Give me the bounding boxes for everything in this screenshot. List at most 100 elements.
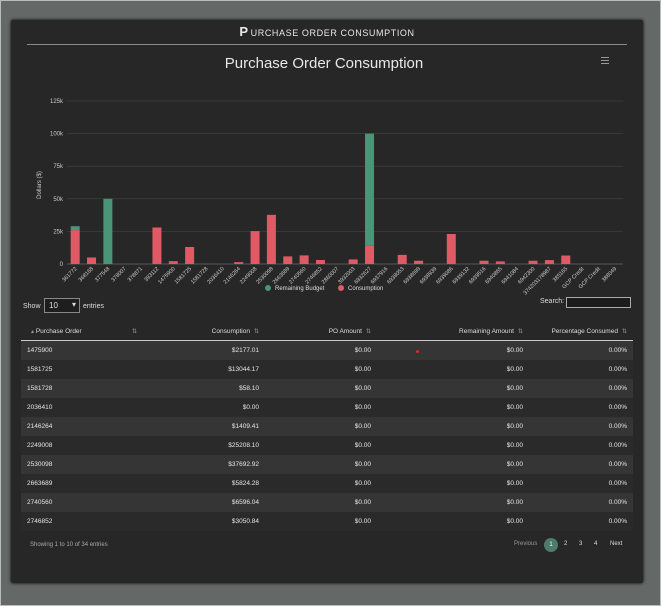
table-row[interactable]: 1581725 $13044.17 $0.00 $0.00 0.00% bbox=[21, 360, 633, 379]
search-input[interactable] bbox=[566, 297, 631, 308]
bar-consumption[interactable] bbox=[87, 257, 97, 264]
table-cell: $6596.04 bbox=[143, 493, 265, 512]
pagination-previous[interactable]: Previous bbox=[514, 541, 537, 547]
y-tick-label: 50k bbox=[53, 197, 64, 203]
bar-consumption[interactable] bbox=[152, 227, 162, 264]
table-cell: 0.00% bbox=[529, 474, 633, 493]
pagination-next[interactable]: Next bbox=[610, 541, 622, 547]
bar-consumption[interactable] bbox=[528, 260, 538, 264]
panel-title-rest: URCHASE ORDER CONSUMPTION bbox=[250, 28, 415, 38]
legend-consumption-label[interactable]: Consumption bbox=[348, 286, 383, 292]
table-cell: 1581728 bbox=[21, 379, 143, 398]
y-tick-label: 75k bbox=[53, 164, 64, 170]
table-cell: 2740560 bbox=[21, 493, 143, 512]
po-consumption-panel: P URCHASE ORDER CONSUMPTION Purchase Orde… bbox=[11, 20, 643, 583]
bar-consumption[interactable] bbox=[446, 234, 456, 264]
y-axis-ticks: 0 25k 50k 75k 100k 125k bbox=[50, 99, 64, 268]
col-percentage-consumed[interactable]: Percentage Consumed ⇅ bbox=[529, 322, 633, 341]
col-consumption-label: Consumption bbox=[211, 327, 250, 335]
bar-consumption[interactable] bbox=[365, 245, 375, 264]
table-row[interactable]: 2530098 $37692.92 $0.00 $0.00 0.00% bbox=[21, 455, 633, 474]
table-cell: $0.00 bbox=[377, 455, 529, 474]
table-cell: $5824.28 bbox=[143, 474, 265, 493]
table-row[interactable]: 2746852 $3050.84 $0.00 $0.00 0.00% bbox=[21, 512, 633, 531]
pagination-page-2[interactable]: 2 bbox=[564, 541, 567, 547]
table-cell: $0.00 bbox=[265, 493, 377, 512]
x-tick-label: 378007 bbox=[110, 266, 127, 283]
show-label: Show bbox=[23, 303, 41, 310]
table-cell: $0.00 bbox=[377, 436, 529, 455]
table-cell: 0.00% bbox=[529, 360, 633, 379]
bar-consumption[interactable] bbox=[70, 230, 80, 264]
bar-remaining-budget[interactable] bbox=[103, 198, 113, 264]
col-po-amount-label: PO Amount bbox=[328, 327, 362, 335]
bar-consumption[interactable] bbox=[234, 262, 244, 264]
bar-consumption[interactable] bbox=[250, 231, 260, 264]
search-label: Search: bbox=[540, 298, 565, 305]
y-tick-label: 0 bbox=[60, 262, 64, 268]
bar-consumption[interactable] bbox=[266, 214, 276, 264]
table-row[interactable]: 1475900 $2177.01 $0.00 $0.00 0.00% bbox=[21, 340, 633, 360]
bar-consumption[interactable] bbox=[495, 261, 505, 264]
col-po-amount[interactable]: PO Amount ⇅ bbox=[265, 322, 377, 341]
table-row[interactable]: 1581728 $58.10 $0.00 $0.00 0.00% bbox=[21, 379, 633, 398]
table-cell: $1409.41 bbox=[143, 417, 265, 436]
pagination-page-4[interactable]: 4 bbox=[594, 541, 597, 547]
col-consumption[interactable]: Consumption ⇅ bbox=[143, 322, 265, 341]
bar-remaining-budget[interactable] bbox=[365, 133, 375, 246]
panel-divider bbox=[27, 44, 627, 45]
table-row[interactable]: 2663689 $5824.28 $0.00 $0.00 0.00% bbox=[21, 474, 633, 493]
pagination-page-3[interactable]: 3 bbox=[579, 541, 582, 547]
table-cell: 0.00% bbox=[529, 455, 633, 474]
table-cell: 2746852 bbox=[21, 512, 143, 531]
bar-consumption[interactable] bbox=[348, 259, 358, 264]
table-cell: $0.00 bbox=[377, 417, 529, 436]
legend-remaining-label[interactable]: Remaining Budget bbox=[275, 286, 325, 292]
bar-consumption[interactable] bbox=[414, 260, 424, 264]
bar-consumption[interactable] bbox=[479, 260, 489, 264]
table-row[interactable]: 2249008 $25208.10 $0.00 $0.00 0.00% bbox=[21, 436, 633, 455]
table-cell: 2146264 bbox=[21, 417, 143, 436]
table-cell: $0.00 bbox=[377, 379, 529, 398]
table-cell: 0.00% bbox=[529, 436, 633, 455]
bar-consumption[interactable] bbox=[168, 261, 178, 264]
chart-title: Purchase Order Consumption bbox=[225, 55, 423, 72]
panel-title-initial: P bbox=[239, 24, 249, 39]
table-row[interactable]: 2036410 $0.00 $0.00 $0.00 0.00% bbox=[21, 398, 633, 417]
cursor-dot bbox=[416, 350, 419, 353]
table-cell: 2249008 bbox=[21, 436, 143, 455]
col-purchase-order-label: Purchase Order bbox=[35, 327, 82, 335]
y-tick-label: 25k bbox=[53, 229, 64, 235]
bar-consumption[interactable] bbox=[315, 260, 325, 264]
legend-consumption-marker bbox=[338, 285, 344, 291]
table-row[interactable]: 2740560 $6596.04 $0.00 $0.00 0.00% bbox=[21, 493, 633, 512]
po-table: ▴ Purchase Order ⇅ Consumption ⇅ PO Amount… bbox=[21, 322, 633, 531]
bar-consumption[interactable] bbox=[397, 254, 407, 264]
bar-remaining-budget[interactable] bbox=[70, 226, 80, 231]
table-row[interactable]: 2146264 $1409.41 $0.00 $0.00 0.00% bbox=[21, 417, 633, 436]
panel-title: P URCHASE ORDER CONSUMPTION bbox=[11, 24, 643, 39]
po-consumption-chart: Purchase Order Consumption 0 25k 50k 75k 100… bbox=[37, 55, 623, 296]
col-remaining-amount-label: Remaining Amount bbox=[459, 327, 514, 335]
table-cell: $0.00 bbox=[265, 340, 377, 360]
bar-consumption[interactable] bbox=[283, 256, 293, 264]
table-cell: $58.10 bbox=[143, 379, 265, 398]
table-cell: $0.00 bbox=[377, 398, 529, 417]
bar-consumption[interactable] bbox=[561, 255, 571, 264]
col-purchase-order[interactable]: ▴ Purchase Order ⇅ bbox=[21, 322, 143, 341]
col-remaining-amount[interactable]: Remaining Amount ⇅ bbox=[377, 322, 529, 341]
bar-consumption[interactable] bbox=[185, 246, 195, 264]
table-cell: 1475900 bbox=[21, 340, 143, 360]
table-cell: $0.00 bbox=[377, 340, 529, 360]
pagination-page-1[interactable]: 1 bbox=[544, 538, 558, 552]
table-cell: 2530098 bbox=[21, 455, 143, 474]
bar-consumption[interactable] bbox=[544, 260, 554, 264]
entries-length-select[interactable]: 10 ▾ bbox=[44, 298, 80, 313]
entries-length-value: 10 bbox=[49, 301, 58, 310]
bar-consumption[interactable] bbox=[299, 255, 309, 264]
chevron-down-icon: ▾ bbox=[71, 300, 76, 309]
table-cell: $37692.92 bbox=[143, 455, 265, 474]
table-cell: 0.00% bbox=[529, 417, 633, 436]
hamburger-menu-icon[interactable] bbox=[601, 57, 609, 64]
table-cell: $0.00 bbox=[377, 360, 529, 379]
